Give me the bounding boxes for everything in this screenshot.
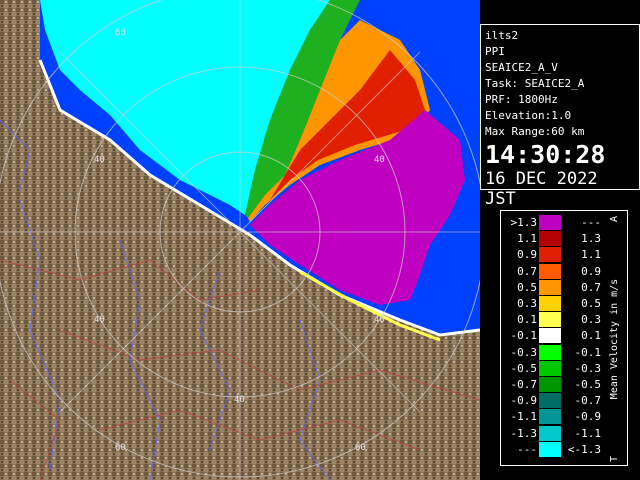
legend-lower-bound: 1.1 <box>517 232 537 246</box>
range-label: 40 <box>234 395 245 405</box>
legend-color-swatch <box>539 312 561 328</box>
legend-color-swatch <box>539 215 561 230</box>
prf-value: PRF: 1800Hz <box>485 93 558 106</box>
legend-lower-bound: -0.9 <box>510 394 538 408</box>
legend-upper-bound: 0.5 <box>581 297 601 310</box>
legend-color-swatch <box>539 344 561 360</box>
range-label: 60 <box>115 443 126 453</box>
range-label: 40 <box>374 155 385 165</box>
legend-upper-bound: 0.7 <box>581 280 601 294</box>
legend-lower-bound: 0.5 <box>517 280 537 294</box>
range-label: 40 <box>94 315 105 325</box>
scan-info-panel: ilts2 PPI SEAICE2_A_V Task: SEAICE2_A PR… <box>480 24 640 209</box>
legend-lower-bound: 0.1 <box>517 313 537 327</box>
legend-color-swatch <box>539 393 561 409</box>
legend-color-swatch <box>539 247 561 263</box>
legend-upper-bound: 0.1 <box>581 329 601 343</box>
legend-color-swatch <box>539 409 561 425</box>
legend-upper-bound: -0.5 <box>574 378 602 391</box>
legend-lower-bound: 0.7 <box>517 264 537 278</box>
radar-ppi-map: 60 40 40 40 40 60 60 40 <box>0 0 480 480</box>
legend-color-swatch <box>539 360 561 376</box>
range-label: 40 <box>374 315 385 325</box>
legend-lower-bound: -0.3 <box>510 345 538 359</box>
legend-color-swatch <box>539 441 561 457</box>
legend-upper-bound: -1.1 <box>574 426 602 440</box>
legend-color-swatch <box>539 279 561 295</box>
legend-title-text: Mean Velocity in m/s <box>609 279 620 399</box>
scan-date: 16 DEC 2022 JST <box>485 169 598 209</box>
legend-lower-bound: >1.3 <box>510 216 538 229</box>
scan-mode: PPI <box>485 45 505 58</box>
legend-upper-bound: <-1.3 <box>567 442 601 456</box>
legend-lower-bound: -0.7 <box>510 378 538 391</box>
site-name: ilts2 <box>485 29 519 42</box>
range-label: 60 <box>355 443 366 453</box>
legend-bottom-marker: T <box>609 456 620 462</box>
range-label: 40 <box>94 155 105 165</box>
velocity-color-legend: >1.3 --- 1.1 1.3 0.9 1.1 0.7 0.9 0.5 0.7 0.3 0.5 0.1… <box>500 210 628 466</box>
range-label: 60 <box>115 28 126 38</box>
legend-color-swatch <box>539 425 561 441</box>
legend-upper-bound: -0.3 <box>574 361 602 375</box>
legend-upper-bound: 1.3 <box>581 232 601 246</box>
legend-lower-bound: 0.3 <box>517 297 537 310</box>
legend-top-marker: A <box>609 216 620 222</box>
legend-lower-bound: -0.1 <box>510 329 538 343</box>
legend-upper-bound: -0.9 <box>574 410 602 424</box>
legend-lower-bound: 0.9 <box>517 248 537 262</box>
legend-upper-bound: -0.7 <box>574 394 602 408</box>
legend-title: A Mean Velocity in m/s T <box>609 216 620 462</box>
legend-upper-bound: -0.1 <box>574 345 602 359</box>
scan-time: 14:30:28 <box>485 140 606 169</box>
legend-upper-bound: 0.3 <box>581 313 601 327</box>
task-name: Task: SEAICE2_A <box>485 77 585 90</box>
legend-color-swatch <box>539 377 561 392</box>
legend-lower-bound: -0.5 <box>510 361 538 375</box>
legend-color-swatch <box>539 296 561 311</box>
legend-lower-bound: -1.1 <box>510 410 538 424</box>
legend-color-swatch <box>539 328 561 344</box>
legend-upper-bound: --- <box>581 216 601 229</box>
legend-color-swatch <box>539 263 561 279</box>
elevation-value: Elevation:1.0 <box>485 109 572 122</box>
legend-lower-bound: -1.3 <box>510 426 538 440</box>
legend-upper-bound: 0.9 <box>581 264 601 278</box>
legend-color-swatch <box>539 231 561 247</box>
legend-upper-bound: 1.1 <box>581 248 601 262</box>
max-range-value: Max Range:60 km <box>485 125 585 138</box>
legend-lower-bound: --- <box>517 442 537 456</box>
product-name: SEAICE2_A_V <box>485 61 558 74</box>
